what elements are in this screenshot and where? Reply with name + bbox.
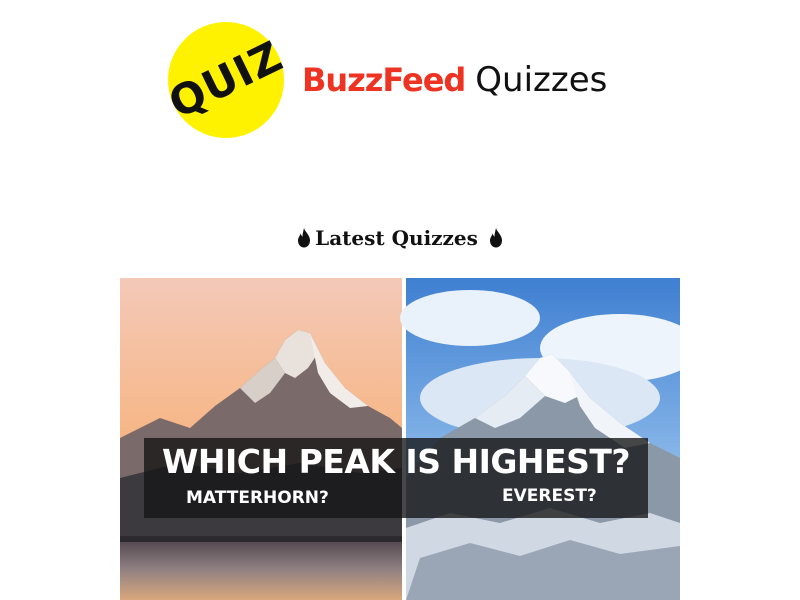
page: QUIZ BuzzFeed Quizzes Latest Quizzes WHI…: [0, 0, 800, 600]
quiz-option-left: MATTERHORN?: [186, 488, 329, 508]
fire-icon: [489, 228, 502, 248]
brand-logo[interactable]: BuzzFeed Quizzes: [302, 60, 607, 100]
section-heading-text: Latest Quizzes: [315, 226, 478, 250]
buzzfeed-wordmark: BuzzFeed: [302, 61, 466, 99]
quiz-title-banner: WHICH PEAK IS HIGHEST? MATTERHORN? EVERE…: [144, 438, 648, 518]
latest-quizzes-heading: Latest Quizzes: [0, 226, 800, 250]
quiz-option-right: EVEREST?: [502, 486, 597, 506]
quiz-card[interactable]: WHICH PEAK IS HIGHEST? MATTERHORN? EVERE…: [120, 278, 680, 600]
quizzes-wordmark: Quizzes: [475, 60, 608, 100]
quiz-title: WHICH PEAK IS HIGHEST?: [161, 442, 631, 481]
quiz-badge-text: QUIZ: [161, 31, 291, 128]
site-header: QUIZ BuzzFeed Quizzes: [161, 22, 607, 138]
quiz-logo-badge[interactable]: QUIZ: [161, 22, 290, 138]
fire-icon: [298, 228, 311, 248]
